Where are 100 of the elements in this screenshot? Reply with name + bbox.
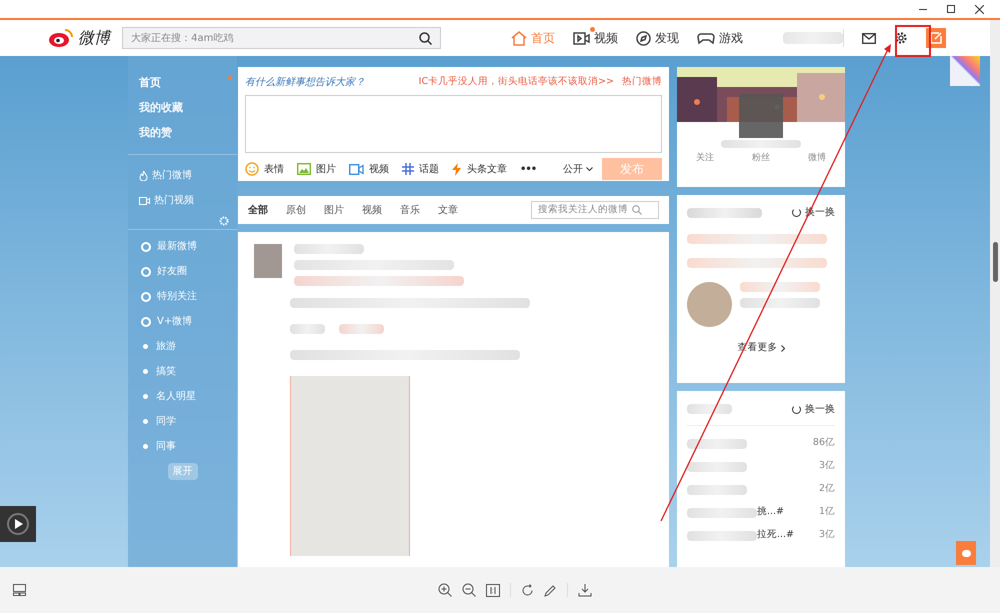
composer-tool[interactable]: 话题 xyxy=(402,162,439,176)
refresh-icon xyxy=(792,208,801,217)
stat-label[interactable]: 粉丝 xyxy=(752,152,770,166)
composer-prompt: 有什么新鲜事想告诉大家？ xyxy=(245,76,365,90)
blurred-text xyxy=(339,324,384,334)
refresh-link[interactable]: 换一换 xyxy=(792,402,835,416)
image-icon xyxy=(297,163,311,175)
search-field[interactable]: 大家正在搜：4am吃鸡 xyxy=(122,27,441,49)
lightning-icon xyxy=(452,162,462,176)
play-icon xyxy=(7,513,29,535)
theme-corner xyxy=(950,56,980,86)
blurred-text xyxy=(687,530,757,540)
blurred-text xyxy=(687,438,747,448)
composer-tool[interactable]: 头条文章 xyxy=(452,162,507,176)
home-icon xyxy=(511,30,527,46)
bullet-icon xyxy=(143,394,148,399)
sidebar-item[interactable]: 搞笑 xyxy=(128,359,237,384)
blurred-text xyxy=(783,32,843,44)
chat-icon xyxy=(962,550,970,556)
sidebar-item[interactable]: 首页 xyxy=(128,71,237,96)
search-icon[interactable] xyxy=(419,32,432,44)
highlight-box xyxy=(895,25,931,57)
video-icon xyxy=(139,196,150,204)
sidebar-item[interactable]: 我的收藏 xyxy=(128,96,237,121)
sidebar-item[interactable]: V+微博 xyxy=(128,309,237,334)
stat-label[interactable]: 关注 xyxy=(696,152,714,166)
nav-link[interactable]: 游戏 xyxy=(697,29,743,47)
rotate-icon[interactable] xyxy=(521,584,534,596)
scrollbar-thumb[interactable] xyxy=(992,242,998,282)
composer-tool[interactable]: ••• xyxy=(520,162,536,176)
topic-count: 2亿 xyxy=(818,482,835,496)
bullet-icon xyxy=(143,369,148,374)
blurred-text xyxy=(687,404,732,414)
gamepad-icon xyxy=(697,31,715,45)
edit-icon xyxy=(930,32,942,44)
feed-tab[interactable]: 文章 xyxy=(438,202,458,218)
download-icon[interactable] xyxy=(578,583,592,597)
blurred-text xyxy=(290,324,325,334)
topic-title[interactable]: 拉死...# xyxy=(757,528,794,543)
nav-link[interactable]: 发现 xyxy=(636,29,679,47)
logo-text: 微博 xyxy=(78,27,110,49)
avatar xyxy=(739,94,783,138)
visibility-dropdown[interactable]: 公开 xyxy=(563,162,593,176)
actual-size-icon[interactable] xyxy=(486,584,500,596)
feed-search-field[interactable]: 搜索我关注人的微博 xyxy=(531,201,659,219)
composer-tool[interactable]: 表情 xyxy=(245,162,284,176)
blurred-text xyxy=(687,484,747,494)
sidebar-item[interactable]: 特别关注 xyxy=(128,284,237,309)
sidebar-item[interactable]: 同事 xyxy=(128,434,237,459)
chat-button[interactable] xyxy=(956,541,976,565)
nav-link[interactable]: 视频 xyxy=(573,29,618,47)
post-input[interactable] xyxy=(245,95,662,153)
sidebar-item[interactable]: 旅游 xyxy=(128,334,237,359)
sidebar-item[interactable]: 名人明星 xyxy=(128,384,237,409)
sidebar-item[interactable]: 好友圈 xyxy=(128,259,237,284)
hot-weibo-link[interactable]: 热门微博 xyxy=(622,75,662,90)
maximize-icon[interactable] xyxy=(947,5,955,13)
feed-tab[interactable]: 原创 xyxy=(286,202,306,218)
composer-tool[interactable]: 图片 xyxy=(297,162,336,176)
layout-icon[interactable] xyxy=(13,584,26,596)
stat-label[interactable]: 微博 xyxy=(808,152,826,166)
sidebar-item[interactable]: 热门微博 xyxy=(128,163,237,188)
chevron-down-icon xyxy=(586,167,593,171)
play-button[interactable] xyxy=(0,506,36,542)
smiley-icon xyxy=(245,162,259,176)
sidebar-item[interactable]: 我的赞 xyxy=(128,121,237,146)
pencil-icon[interactable] xyxy=(544,584,557,596)
nav-link[interactable]: 首页 xyxy=(511,29,555,47)
refresh-icon xyxy=(792,404,801,414)
zoom-out-icon[interactable] xyxy=(462,583,476,597)
feed-tab[interactable]: 视频 xyxy=(362,202,382,218)
compass-icon xyxy=(636,30,651,46)
minimize-icon[interactable] xyxy=(919,8,927,10)
topic-count: 1亿 xyxy=(818,505,835,520)
zoom-in-icon[interactable] xyxy=(438,583,452,597)
topic-title[interactable]: 挑...# xyxy=(757,505,784,520)
mail-icon[interactable] xyxy=(862,32,876,44)
sidebar-item[interactable]: 热门视频 xyxy=(128,188,237,213)
blurred-text xyxy=(294,244,364,254)
hot-topic-link[interactable]: IC卡几乎没人用，街头电话亭该不该取消>> xyxy=(418,75,614,90)
topic-count: 86亿 xyxy=(812,436,835,450)
close-icon[interactable] xyxy=(975,4,984,14)
compose-button[interactable] xyxy=(926,28,946,48)
feed-tab[interactable]: 图片 xyxy=(324,202,344,218)
topic-count: 3亿 xyxy=(818,528,835,542)
chevron-right-icon xyxy=(780,344,784,352)
topic-count: 3亿 xyxy=(818,459,835,474)
composer-tool[interactable]: 视频 xyxy=(349,162,389,176)
feed-tab[interactable]: 音乐 xyxy=(400,202,420,218)
bullet-icon xyxy=(143,344,148,349)
sidebar-item[interactable]: 最新微博 xyxy=(128,234,237,259)
weibo-logo-icon xyxy=(48,28,74,48)
feed-tab[interactable]: 全部 xyxy=(248,202,268,218)
sidebar-item[interactable]: 同学 xyxy=(128,409,237,434)
video-icon xyxy=(573,32,590,44)
avatar xyxy=(687,282,732,327)
settings-icon[interactable] xyxy=(894,31,908,45)
blurred-text xyxy=(687,462,747,472)
bullet-icon xyxy=(143,419,148,424)
hashtag-icon xyxy=(402,163,414,175)
